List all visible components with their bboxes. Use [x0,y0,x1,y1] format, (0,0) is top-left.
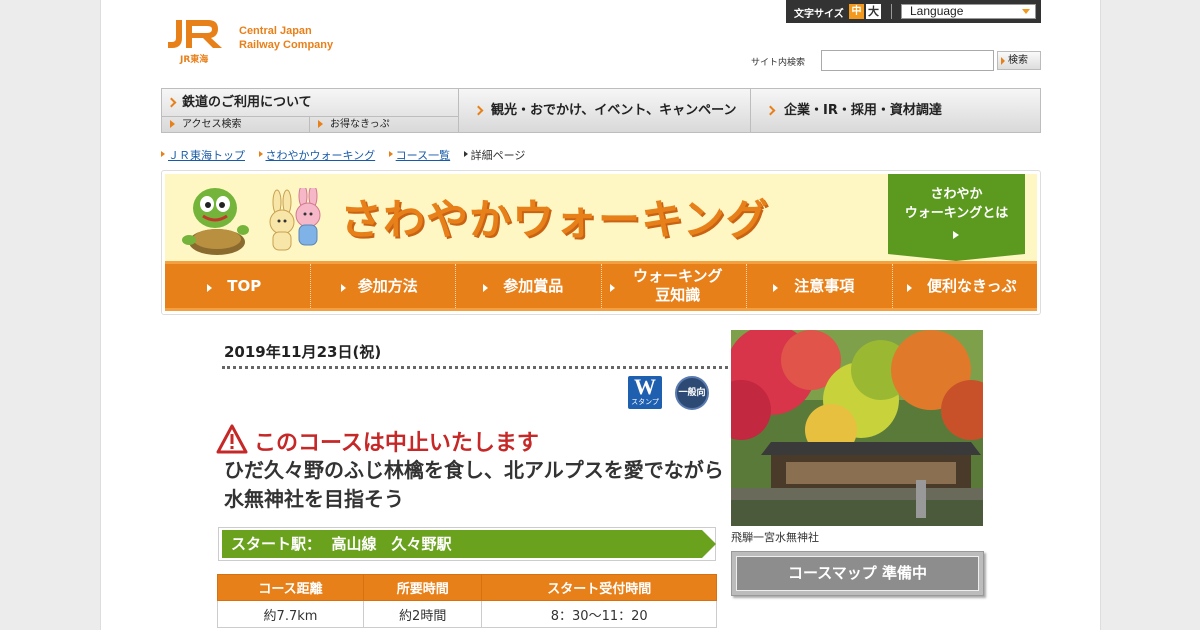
breadcrumb-current: 詳細ページ [463,147,525,163]
nav-access-search[interactable]: アクセス検索 [162,117,310,132]
page: JR東海 Central Japan Railway Company 文字サイズ… [100,0,1101,630]
nav-value-tickets[interactable]: お得なきっぷ [310,117,458,132]
subnav-prizes[interactable]: 参加賞品 [456,264,602,308]
global-nav: 鉄道のご利用について アクセス検索 お得なきっぷ 観光・おでかけ、イベント、キャ… [161,88,1041,133]
table-cell-distance: 約7.7km [217,600,364,628]
about-line-1: さわやか [930,187,983,202]
breadcrumb-item: コース一覧 [388,147,450,163]
w-stamp-badge: W スタンプ [628,376,662,409]
logo-line-1: Central Japan [239,25,312,37]
table-header-row: コース距離 所要時間 スタート受付時間 [217,574,717,601]
table-header-duration: 所要時間 [362,574,483,601]
arrow-right-icon [609,284,615,292]
table-header-reception: スタート受付時間 [481,574,717,601]
course-info-table: コース距離 所要時間 スタート受付時間 約7.7km 約2時間 8：30～11：… [217,574,717,628]
arrow-right-icon [207,284,212,292]
utility-bar: 文字サイズ 中 大 Language [786,0,1041,23]
arrow-right-icon [170,120,175,128]
nav-railway-use-label: 鉄道のご利用について [182,95,312,110]
subnav-label: 注意事項 [794,276,855,295]
course-map-button[interactable]: コースマップ 準備中 [731,551,984,596]
jr-logo-icon [168,20,222,48]
banner-header: さわやかウォーキング さわやか ウォーキングとは [165,174,1037,261]
table-row: 約7.7km 約2時間 8：30～11：20 [217,600,717,628]
breadcrumb-link-course-list[interactable]: コース一覧 [396,149,450,162]
site-search-label: サイト内検索 [751,58,806,68]
nav-corporate[interactable]: 企業・IR・採用・資材調達 [751,89,1041,132]
font-size-medium-button[interactable]: 中 [849,4,864,19]
course-map-button-label: コースマップ 準備中 [736,556,979,591]
nav-railway-use[interactable]: 鉄道のご利用について [162,89,458,117]
nav-sightseeing[interactable]: 観光・おでかけ、イベント、キャンペーン [459,89,751,132]
chevron-right-icon [473,105,484,116]
turtle-mascot-icon [182,188,249,255]
table-header-distance: コース距離 [217,574,364,601]
table-cell-duration: 約2時間 [362,600,483,628]
start-station-box: スタート駅： 高山線 久々野駅 [218,527,716,561]
jr-central-logo[interactable]: JR東海 Central Japan Railway Company [166,16,366,66]
subnav-label: ウォーキング [632,267,723,285]
banner-title: さわやかウォーキング [340,195,769,244]
subnav-top[interactable]: TOP [165,264,311,308]
search-button[interactable]: 検索 [997,51,1041,70]
rabbit-mascots-icon [269,188,321,251]
subnav-how-to-join[interactable]: 参加方法 [311,264,456,308]
language-select[interactable]: Language [901,4,1036,19]
warning-icon [216,424,248,454]
subnav-label: 参加賞品 [503,276,564,295]
breadcrumb-link-jr-top[interactable]: ＪＲ東海トップ [168,149,245,162]
walking-banner: さわやかウォーキング さわやか ウォーキングとは TOP 参加方法 参加賞品 ウ… [161,170,1041,315]
dropdown-arrow-icon [1022,9,1030,14]
about-line-2: ウォーキングとは [904,206,1009,221]
divider [891,4,892,19]
language-select-label: Language [910,4,964,18]
subnav-label: 参加方法 [357,276,418,295]
cancel-notice-text: このコースは中止いたします [254,431,539,456]
nav-sightseeing-label: 観光・おでかけ、イベント、キャンペーン [491,103,737,118]
w-stamp-label: スタンプ [631,398,659,406]
subnav-walking-tips[interactable]: ウォーキング 豆知識 [602,264,747,308]
breadcrumb-link-walking[interactable]: さわやかウォーキング [266,149,376,162]
chevron-right-icon [166,97,177,108]
search-input[interactable] [821,50,994,71]
subnav-tickets[interactable]: 便利なきっぷ [893,264,1038,308]
logo-company-name: Central Japan Railway Company [239,24,333,52]
nav-access-search-label: アクセス検索 [182,119,242,130]
nav-value-tickets-label: お得なきっぷ [330,119,390,130]
arrow-right-icon [318,120,323,128]
about-walking-button[interactable]: さわやか ウォーキングとは [888,174,1025,261]
course-date: 2019年11月23日(祝) [224,343,382,361]
nav-corporate-label: 企業・IR・採用・資材調達 [784,103,942,118]
arrow-right-icon [340,284,346,292]
arrow-right-icon [953,231,959,239]
arrow-right-icon [483,284,488,292]
chevron-right-icon [765,105,776,116]
subnav-label: TOP [227,276,262,295]
arrow-right-icon [773,284,778,292]
table-cell-reception: 8：30～11：20 [481,600,717,628]
font-size-label: 文字サイズ [794,9,844,20]
course-title: ひだ久々野のふじ林檎を食し、北アルプスを愛でながら水無神社を目指そう [224,458,724,511]
font-size-large-button[interactable]: 大 [866,4,881,19]
arrow-right-icon [906,284,912,292]
general-audience-badge: 一般向 [675,376,709,410]
w-stamp-letter: W [634,374,656,399]
breadcrumb-item: さわやかウォーキング [258,147,376,163]
photo-caption: 飛騨一宮水無神社 [731,531,819,544]
logo-sub-text: JR東海 [180,55,209,65]
logo-line-2: Railway Company [239,39,334,51]
subnav-label-line2: 豆知識 [655,286,701,304]
breadcrumb-item: ＪＲ東海トップ [161,147,245,163]
shrine-photo [731,330,983,526]
divider [222,366,812,369]
breadcrumb: ＪＲ東海トップ さわやかウォーキング コース一覧 詳細ページ [161,147,535,163]
nav-railway-group: 鉄道のご利用について アクセス検索 お得なきっぷ [162,89,459,132]
subnav-precautions[interactable]: 注意事項 [747,264,893,308]
walking-sub-nav: TOP 参加方法 参加賞品 ウォーキング 豆知識 注意事項 便利なきっぷ [165,261,1037,311]
start-station-text: スタート駅： 高山線 久々野駅 [222,530,716,558]
subnav-label: 便利なきっぷ [927,276,1017,295]
